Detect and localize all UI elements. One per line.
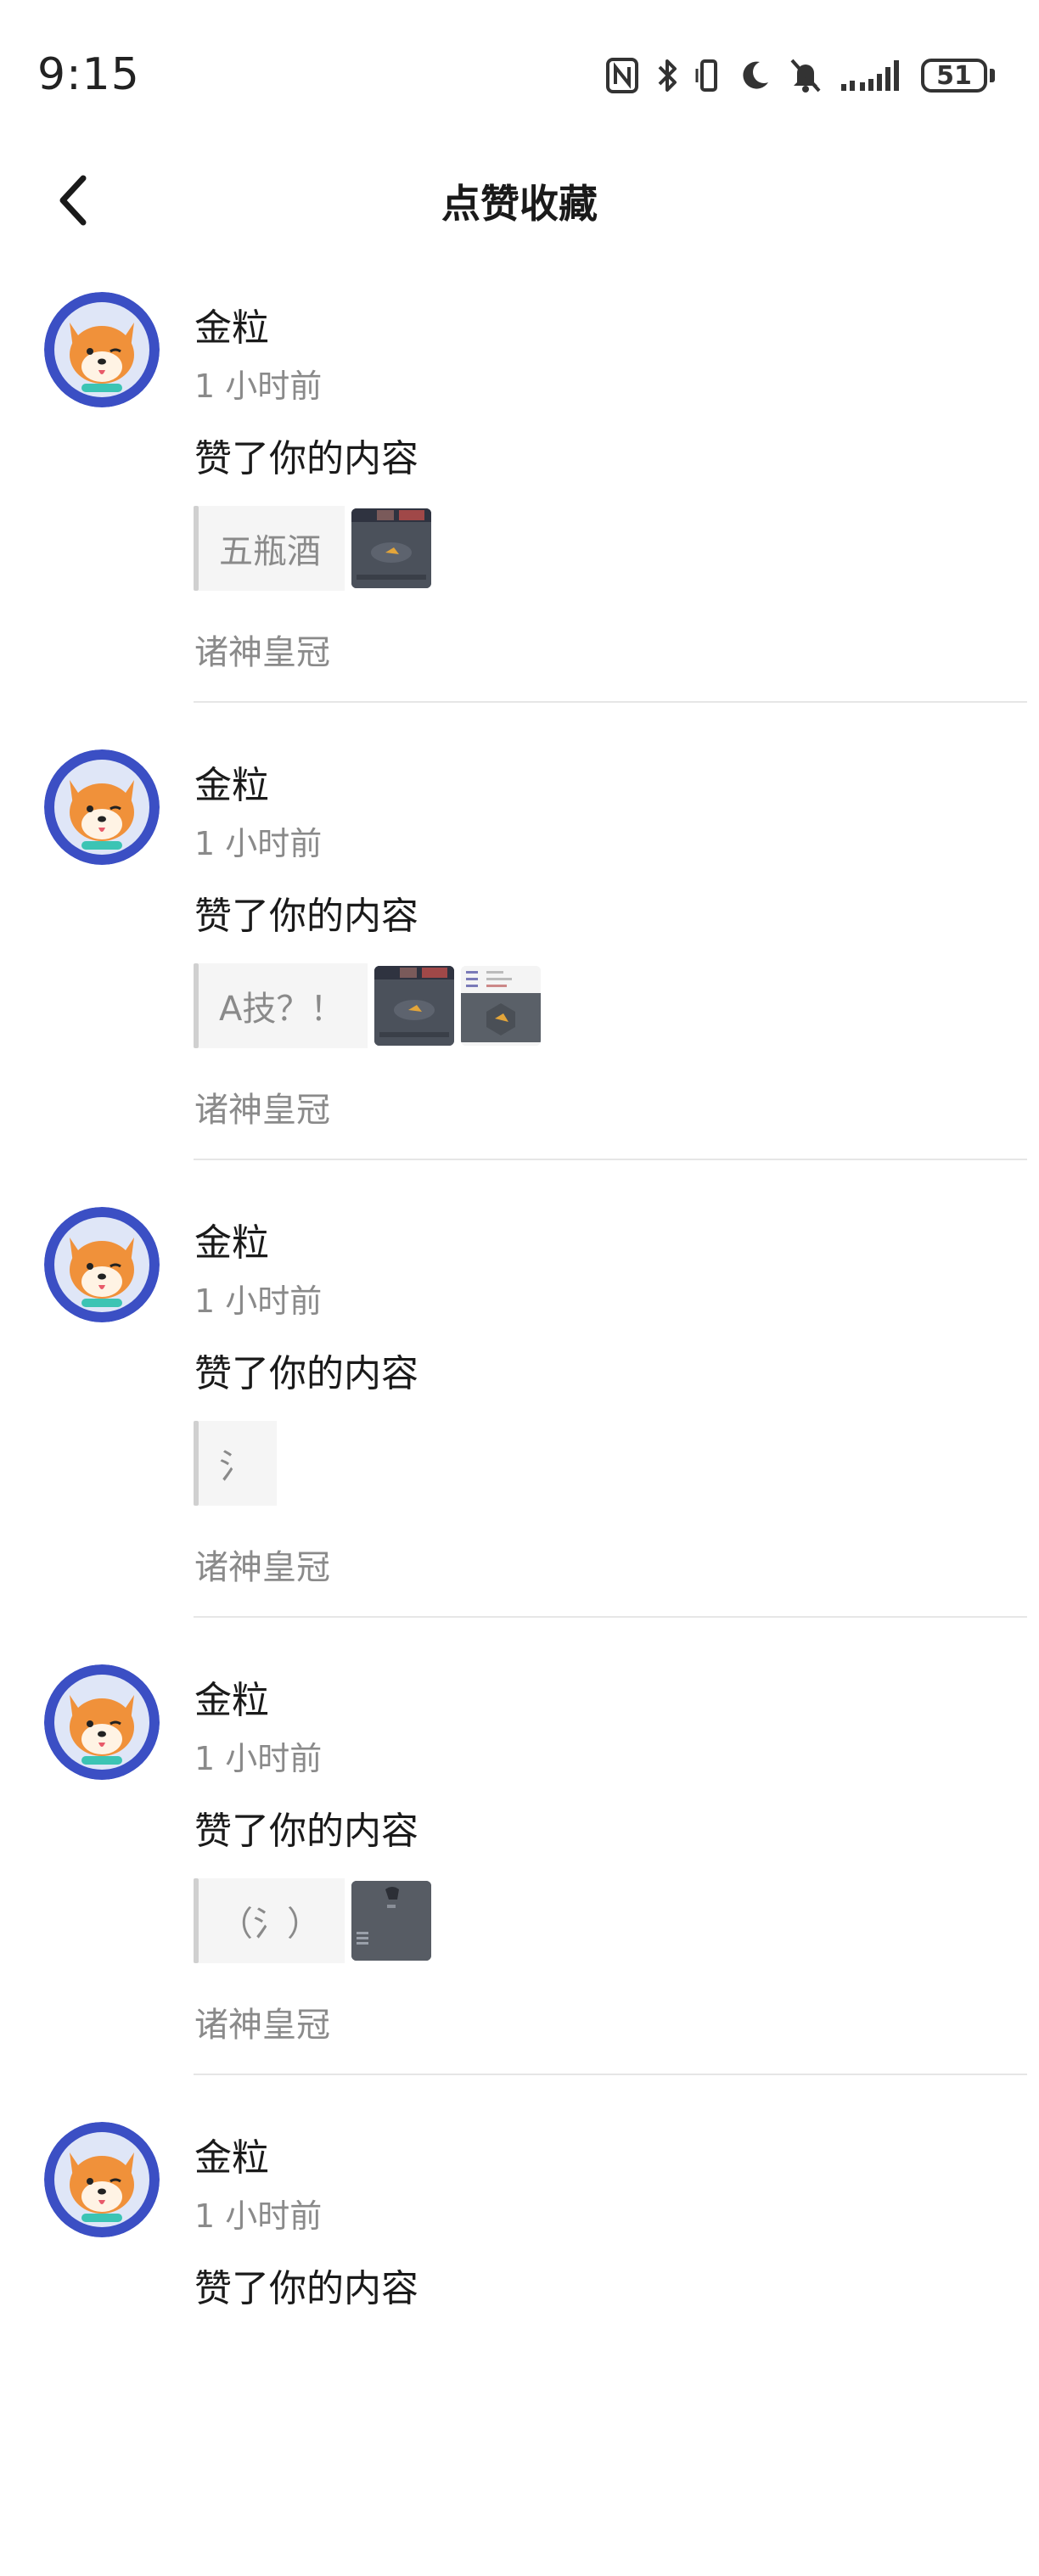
divider xyxy=(194,1616,1027,1618)
user-name[interactable]: 金粒 xyxy=(194,297,269,351)
content-snippet: 氵 xyxy=(199,1421,277,1506)
thumbnail xyxy=(351,1881,431,1961)
content-snippet: （氵） xyxy=(199,1878,345,1963)
game-name[interactable]: 诸神皇冠 xyxy=(194,1082,330,1131)
feed-item: 金粒 1 小时前 赞了你的内容 xyxy=(0,2119,1039,2576)
action-text: 赞了你的内容 xyxy=(194,437,418,480)
user-name[interactable]: 金粒 xyxy=(194,1670,269,1724)
timestamp: 1 小时前 xyxy=(194,825,323,862)
game-name[interactable]: 诸神皇冠 xyxy=(194,1540,330,1589)
action-text: 赞了你的内容 xyxy=(194,895,418,938)
timestamp: 1 小时前 xyxy=(194,1282,323,1320)
divider xyxy=(194,701,1027,703)
shiba-avatar-icon xyxy=(44,1664,160,1780)
bell-muted-icon xyxy=(790,59,821,93)
status-icons: 51 xyxy=(605,54,995,97)
content-card[interactable]: 氵 xyxy=(194,1421,277,1506)
avatar[interactable] xyxy=(44,749,160,865)
shiba-avatar-icon xyxy=(44,2122,160,2237)
content-card[interactable]: A技？！ xyxy=(194,963,542,1048)
game-name[interactable]: 诸神皇冠 xyxy=(194,1997,330,2046)
signal-icon xyxy=(841,60,899,91)
action-text: 赞了你的内容 xyxy=(194,1352,418,1395)
feed-item: 金粒 1 小时前 赞了你的内容 （氵） 诸神皇冠 xyxy=(0,1661,1039,2119)
battery-icon: 51 xyxy=(921,59,995,93)
thumbnail xyxy=(374,966,455,1046)
user-name[interactable]: 金粒 xyxy=(194,755,269,809)
avatar[interactable] xyxy=(44,292,160,407)
content-snippet: A技？！ xyxy=(199,963,368,1048)
content-card[interactable]: 五瓶酒 xyxy=(194,506,431,591)
header: 点赞收藏 xyxy=(0,153,1039,246)
action-text: 赞了你的内容 xyxy=(194,1810,418,1853)
shiba-avatar-icon xyxy=(44,749,160,865)
timestamp: 1 小时前 xyxy=(194,1740,323,1777)
thumbnail xyxy=(461,966,542,1046)
user-name[interactable]: 金粒 xyxy=(194,1212,269,1266)
divider xyxy=(194,2074,1027,2075)
status-bar: 9:15 51 xyxy=(0,0,1039,153)
moon-icon xyxy=(743,61,768,89)
user-name[interactable]: 金粒 xyxy=(194,2127,269,2181)
thumbnail xyxy=(351,508,431,588)
shiba-avatar-icon xyxy=(44,292,160,407)
avatar[interactable] xyxy=(44,1664,160,1780)
action-text: 赞了你的内容 xyxy=(194,2267,418,2310)
timestamp: 1 小时前 xyxy=(194,368,323,405)
status-time: 9:15 xyxy=(37,49,140,100)
game-name[interactable]: 诸神皇冠 xyxy=(194,625,330,674)
avatar[interactable] xyxy=(44,2122,160,2237)
feed-item: 金粒 1 小时前 赞了你的内容 氵 诸神皇冠 xyxy=(0,1204,1039,1661)
content-snippet: 五瓶酒 xyxy=(199,506,345,591)
page-title: 点赞收藏 xyxy=(441,181,598,227)
content-card[interactable]: （氵） xyxy=(194,1878,431,1963)
battery-level: 51 xyxy=(921,59,987,93)
vibrate-icon xyxy=(695,59,717,92)
timestamp: 1 小时前 xyxy=(194,2197,323,2235)
shiba-avatar-icon xyxy=(44,1207,160,1322)
feed-item: 金粒 1 小时前 赞了你的内容 A技？！ 诸神皇冠 xyxy=(0,746,1039,1204)
bluetooth-icon xyxy=(658,59,677,92)
like-feed: 金粒 1 小时前 赞了你的内容 五瓶酒 诸神皇冠 金粒 1 小时前 赞了你的内容… xyxy=(0,289,1039,2576)
divider xyxy=(194,1159,1027,1160)
avatar[interactable] xyxy=(44,1207,160,1322)
nfc-icon xyxy=(606,58,638,93)
feed-item: 金粒 1 小时前 赞了你的内容 五瓶酒 诸神皇冠 xyxy=(0,289,1039,746)
